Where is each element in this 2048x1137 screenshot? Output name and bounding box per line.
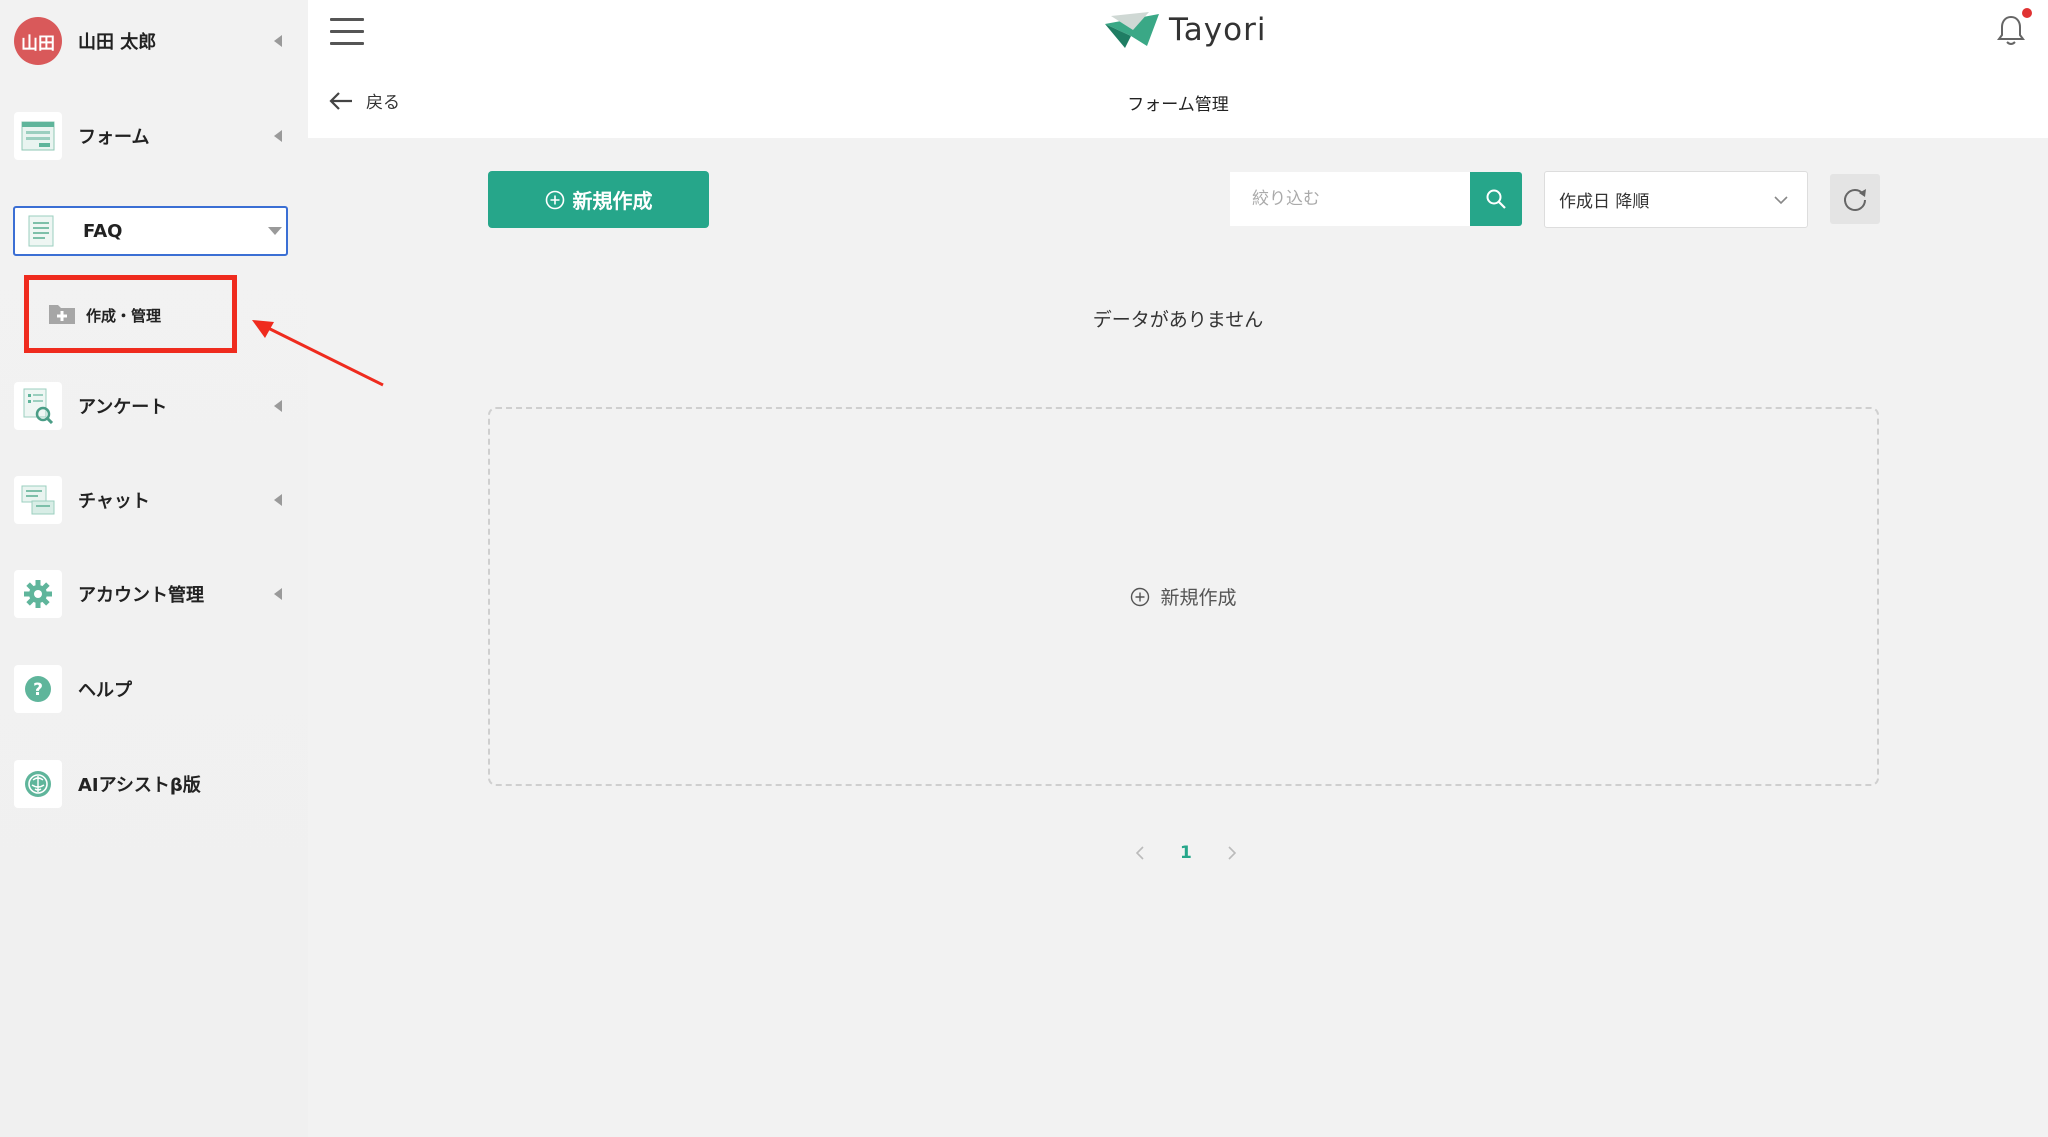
faq-icon	[23, 213, 59, 249]
search-button[interactable]	[1470, 172, 1522, 226]
caret-left-icon	[274, 130, 282, 142]
next-page-button[interactable]	[1222, 840, 1242, 866]
plus-circle-icon	[545, 190, 564, 209]
user-name: 山田 太郎	[78, 32, 157, 53]
svg-text:?: ?	[33, 680, 43, 700]
sidebar: 山田 山田 太郎 フォーム FAQ 作成・管理 アンケート チャット アカウント…	[0, 0, 384, 1137]
prev-page-button[interactable]	[1130, 840, 1150, 866]
plus-circle-icon	[1131, 587, 1150, 606]
highlight-box	[24, 275, 237, 353]
sidebar-item-label: アカウント管理	[78, 585, 204, 606]
logo-icon	[1105, 12, 1159, 48]
survey-icon	[14, 382, 62, 430]
caret-left-icon	[274, 400, 282, 412]
search-icon	[1486, 189, 1506, 209]
sidebar-item-account[interactable]: アカウント管理	[14, 569, 288, 619]
sidebar-item-faq[interactable]: FAQ	[13, 206, 288, 256]
refresh-button[interactable]	[1830, 174, 1880, 224]
form-icon	[14, 112, 62, 160]
bell-icon[interactable]	[1996, 14, 2026, 48]
sidebar-item-form[interactable]: フォーム	[14, 111, 288, 161]
sidebar-item-label: フォーム	[78, 127, 150, 148]
sidebar-item-ai-assist[interactable]: AIアシストβ版	[14, 759, 288, 809]
header: Tayori 戻る フォーム管理	[308, 0, 2048, 138]
sidebar-item-label: アンケート	[78, 397, 168, 418]
sidebar-item-chat[interactable]: チャット	[14, 475, 288, 525]
sort-select[interactable]: 作成日 降順	[1544, 171, 1808, 228]
caret-left-icon	[274, 35, 282, 47]
ai-icon	[14, 760, 62, 808]
user-menu[interactable]: 山田 山田 太郎	[14, 16, 288, 66]
sidebar-item-label: AIアシストβ版	[78, 775, 201, 796]
search-input[interactable]	[1230, 172, 1470, 226]
sidebar-item-label: ヘルプ	[78, 680, 132, 701]
caret-left-icon	[274, 494, 282, 506]
sort-value: 作成日 降順	[1559, 192, 1650, 212]
sidebar-item-label: チャット	[78, 491, 150, 512]
caret-left-icon	[274, 588, 282, 600]
page-number[interactable]: 1	[1180, 843, 1192, 863]
chat-icon	[14, 476, 62, 524]
chevron-right-icon	[1228, 846, 1236, 860]
logo: Tayori	[1103, 10, 1266, 50]
chevron-down-icon	[1774, 195, 1788, 204]
page-title: フォーム管理	[1127, 95, 1229, 115]
chevron-left-icon	[1135, 846, 1144, 860]
new-button[interactable]: 新規作成	[488, 171, 709, 228]
hamburger-menu-icon[interactable]	[330, 18, 364, 46]
empty-message: データがありません	[1092, 309, 1264, 331]
create-new-label: 新規作成	[1160, 587, 1237, 609]
sidebar-item-label: FAQ	[83, 220, 123, 242]
new-button-label: 新規作成	[572, 189, 653, 213]
avatar: 山田	[14, 17, 62, 65]
sidebar-item-help[interactable]: ? ヘルプ	[14, 664, 288, 714]
notification-badge	[2022, 8, 2032, 18]
gear-icon	[14, 570, 62, 618]
caret-down-icon	[268, 227, 282, 235]
help-icon: ?	[14, 665, 62, 713]
pagination: 1	[1130, 840, 1242, 866]
logo-text: Tayori	[1169, 12, 1267, 48]
refresh-icon	[1844, 189, 1866, 211]
create-new-area[interactable]: 新規作成	[488, 407, 1879, 786]
